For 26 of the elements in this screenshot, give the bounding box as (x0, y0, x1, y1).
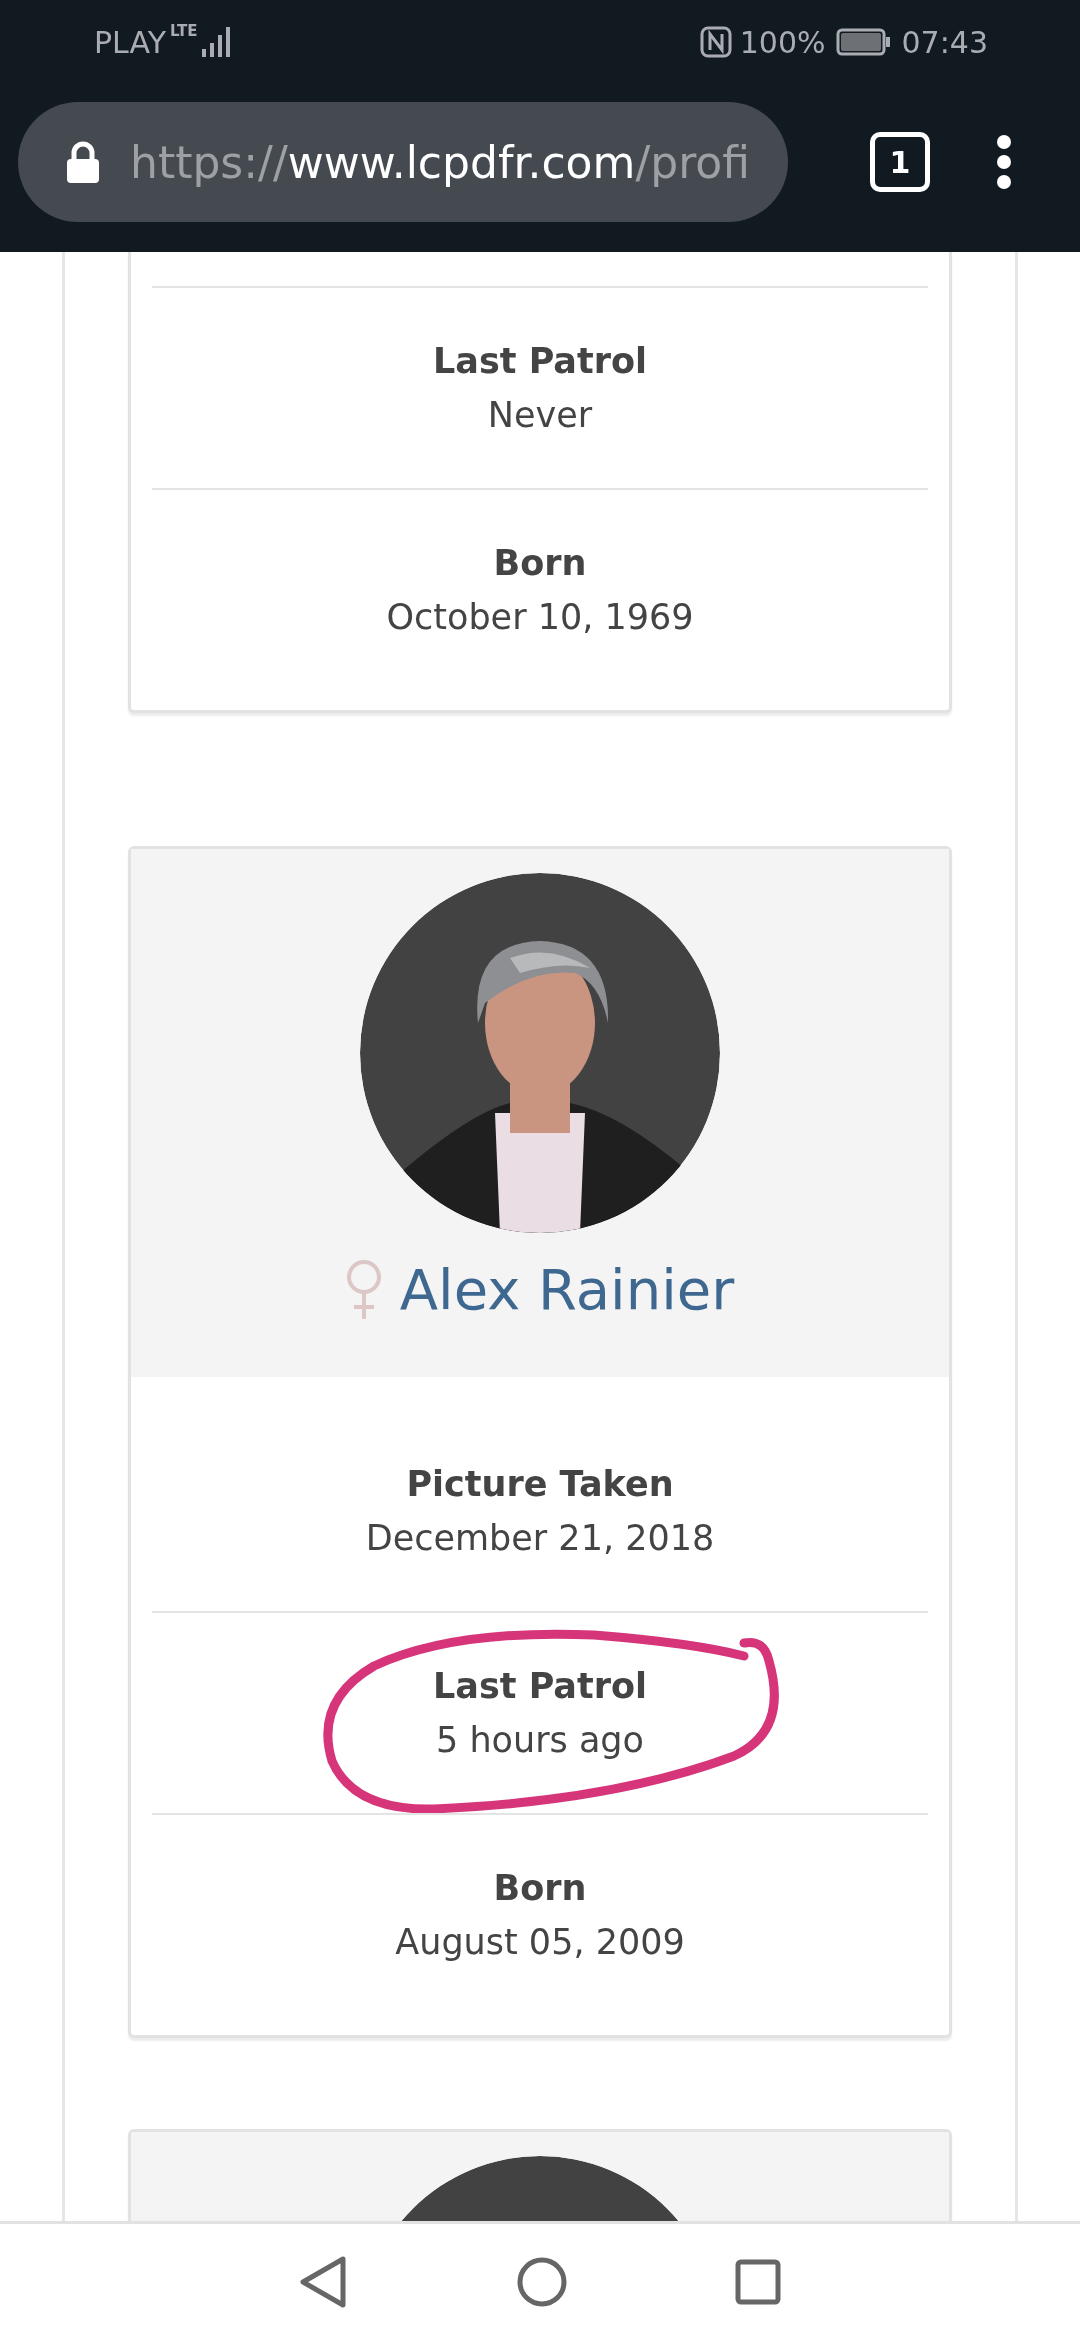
field-label: Last Patrol (432, 1665, 647, 1708)
field-value: August 05, 2009 (395, 1921, 685, 1964)
field-value: December 21, 2018 (365, 1517, 715, 1560)
profile-name-link[interactable]: Alex Rainier (399, 1257, 735, 1322)
carrier-name: PLAY (94, 24, 166, 60)
tab-count-button[interactable]: 1 (870, 132, 930, 192)
field-label: Last Patrol (432, 340, 647, 383)
female-symbol-icon (345, 1258, 382, 1321)
field-value: 5 hours ago (436, 1719, 644, 1762)
lock-icon (66, 140, 100, 184)
clock-time: 07:43 (901, 24, 988, 60)
recents-icon[interactable] (735, 2259, 782, 2305)
battery-percent: 100% (739, 24, 826, 60)
back-icon[interactable] (298, 2255, 349, 2309)
network-type: LTE (170, 22, 198, 40)
nfc-icon (699, 26, 732, 58)
home-icon[interactable] (516, 2256, 568, 2308)
field-label: Born (493, 1867, 587, 1910)
field-value: Never (487, 394, 593, 437)
battery-icon (835, 28, 892, 56)
menu-icon[interactable] (996, 134, 1012, 190)
signal-icon (201, 27, 232, 57)
address-bar[interactable]: https://www.lcpdfr.com/profi (18, 102, 788, 222)
field-label: Picture Taken (406, 1463, 674, 1506)
field-label: Born (493, 542, 587, 585)
field-value: October 10, 1969 (386, 596, 694, 639)
